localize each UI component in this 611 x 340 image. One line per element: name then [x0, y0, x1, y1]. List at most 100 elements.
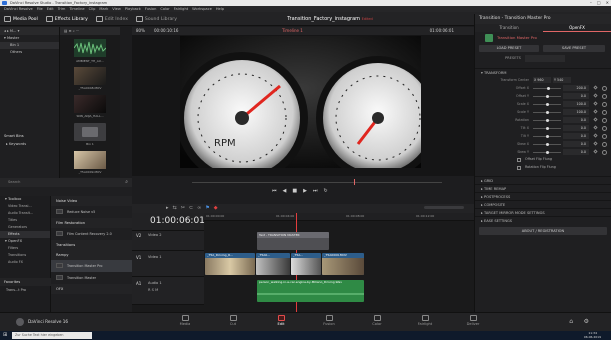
page-tab-deliver[interactable]: Deliver — [458, 315, 488, 326]
param-value[interactable]: 0.0 — [563, 117, 589, 123]
page-tab-media[interactable]: Media — [170, 315, 200, 326]
video-clip[interactable]: _T5A0... — [256, 253, 290, 275]
effect-item[interactable]: Transition Master — [51, 272, 132, 284]
param-value[interactable]: 0.0 — [563, 149, 589, 155]
inspector-section[interactable]: ▸ POSTPROCESS — [475, 192, 611, 200]
video-clip[interactable]: _T5A_Driving_R... — [205, 253, 255, 275]
home-icon[interactable]: ⌂ — [569, 318, 573, 325]
effect-item[interactable]: Reduce Noise v5 — [51, 206, 132, 218]
reset-icon[interactable] — [602, 117, 607, 123]
transform-section[interactable]: ▾ TRANSFORM — [475, 68, 611, 76]
flag-icon[interactable]: ⚑ — [205, 205, 209, 211]
go-end-icon[interactable]: ⏭ — [313, 188, 318, 194]
save-preset-button[interactable]: SAVE PRESET — [543, 45, 605, 52]
slider-knob[interactable] — [546, 86, 550, 90]
slider-knob[interactable] — [545, 118, 549, 122]
bin-item[interactable]: Bin 1 — [0, 42, 59, 49]
keyframe-icon[interactable] — [593, 149, 598, 154]
keywords-item[interactable]: ▸ Keywords — [0, 141, 60, 148]
reset-icon[interactable] — [602, 93, 607, 99]
keyframe-icon[interactable] — [593, 125, 598, 130]
page-tab-fusion[interactable]: Fusion — [314, 315, 344, 326]
taskbar-search[interactable]: Zur Suche Text hier eingeben — [12, 332, 92, 339]
reset-icon[interactable] — [602, 149, 607, 155]
stop-icon[interactable]: ■ — [292, 188, 297, 194]
page-tab-cut[interactable]: Cut — [218, 315, 248, 326]
clip-thumb[interactable] — [73, 39, 107, 57]
viewer-zoom[interactable]: 80% — [136, 27, 145, 35]
scrubber-playhead[interactable] — [354, 179, 355, 185]
reset-icon[interactable] — [602, 133, 607, 139]
param-value[interactable]: 0.0 — [563, 125, 589, 131]
master-bin[interactable]: ▾ Master — [0, 35, 59, 42]
tab-transition[interactable]: Transition — [475, 24, 543, 32]
search-icon[interactable]: ⌕ — [125, 179, 128, 185]
slider-knob[interactable] — [545, 94, 549, 98]
effects-tree-item[interactable]: Filters — [0, 245, 50, 252]
bin-item[interactable]: Others — [0, 49, 59, 56]
title-clip[interactable]: Text - TRANSITION MASTER — [257, 232, 329, 250]
effect-item[interactable]: Film Content Recovery 2.0 — [51, 228, 132, 240]
inspector-section[interactable]: ▸ TIME REMAP — [475, 184, 611, 192]
snap-icon[interactable]: ⊂ — [189, 205, 193, 211]
reset-icon[interactable] — [602, 141, 607, 147]
slider-knob[interactable] — [545, 150, 549, 154]
slider-knob[interactable] — [545, 142, 549, 146]
blade-tool-icon[interactable]: ✂ — [181, 205, 185, 211]
effects-tree-item[interactable]: ▾ OpenFX — [0, 238, 50, 245]
param-value[interactable]: 0.0 — [563, 133, 589, 139]
reverse-icon[interactable]: ◀ — [283, 188, 287, 194]
effects-tree-item[interactable]: Titles — [0, 217, 50, 224]
effect-item[interactable]: Transition Master Pro — [51, 260, 132, 272]
effects-tree-item[interactable]: ▾ Toolbox — [0, 196, 50, 203]
page-tab-edit[interactable]: Edit — [266, 315, 296, 326]
media-pool-button[interactable]: Media Pool — [0, 12, 42, 26]
link-icon[interactable]: ∞ — [197, 205, 201, 211]
effects-tree-item[interactable]: Generators — [0, 224, 50, 231]
inspector-section[interactable]: ▸ COMPOSITE — [475, 200, 611, 208]
reset-icon[interactable] — [602, 109, 607, 115]
favorite-item[interactable]: Trans...t Pro — [0, 287, 51, 294]
param-value[interactable]: 0.0 — [563, 141, 589, 147]
scrubber-track[interactable] — [192, 182, 442, 183]
about-registration-button[interactable]: ABOUT / REGISTRATION — [479, 227, 607, 235]
inspector-section[interactable]: ▸ EASE SETTINGS — [475, 216, 611, 224]
windows-start-icon[interactable]: ⊞ — [3, 332, 7, 338]
effects-tree-item[interactable]: Transitions — [0, 252, 50, 259]
go-start-icon[interactable]: ⏮ — [272, 188, 277, 194]
keyframe-icon[interactable] — [593, 133, 598, 138]
slider-knob[interactable] — [545, 102, 549, 106]
inspector-section[interactable]: ▸ GRID — [475, 176, 611, 184]
presets-dropdown[interactable] — [525, 55, 565, 62]
keyframe-icon[interactable] — [593, 109, 598, 114]
effects-tree-item[interactable]: Audio FX — [0, 259, 50, 266]
audio-track-buttons[interactable]: R S M — [148, 288, 158, 292]
effects-tree-item[interactable]: Audio Transit... — [0, 210, 50, 217]
trim-tool-icon[interactable]: ⇆ — [173, 205, 177, 211]
page-tab-fairlight[interactable]: Fairlight — [410, 315, 440, 326]
slider-knob[interactable] — [545, 126, 549, 130]
marker-icon[interactable]: ◆ — [214, 205, 218, 211]
play-icon[interactable]: ▶ — [303, 188, 307, 194]
effects-search-input[interactable]: Search — [8, 180, 20, 184]
page-tab-color[interactable]: Color — [362, 315, 392, 326]
center-y-input[interactable]: Y 540 — [553, 77, 571, 83]
load-preset-button[interactable]: LOAD PRESET — [479, 45, 539, 52]
keyframe-icon[interactable] — [593, 93, 598, 98]
timeline-selector[interactable]: Timeline 1 — [282, 27, 303, 35]
video-clip[interactable]: _T5A0009.MOV — [322, 253, 364, 275]
param-value[interactable]: 200.0 — [563, 85, 589, 91]
reset-icon[interactable] — [602, 85, 607, 91]
loop-icon[interactable]: ↻ — [323, 188, 327, 194]
clip-thumb[interactable] — [74, 67, 106, 85]
reset-icon[interactable] — [602, 101, 607, 107]
param-value[interactable]: 100.0 — [563, 101, 589, 107]
reset-icon[interactable] — [602, 125, 607, 131]
offset-flip-checkbox[interactable] — [517, 158, 521, 162]
param-value[interactable]: 100.0 — [563, 109, 589, 115]
effects-tree-item[interactable]: Effects — [0, 231, 50, 238]
param-value[interactable]: 0.0 — [563, 93, 589, 99]
slider-knob[interactable] — [545, 134, 549, 138]
center-x-input[interactable]: X 960 — [533, 77, 551, 83]
keyframe-icon[interactable] — [593, 141, 598, 146]
